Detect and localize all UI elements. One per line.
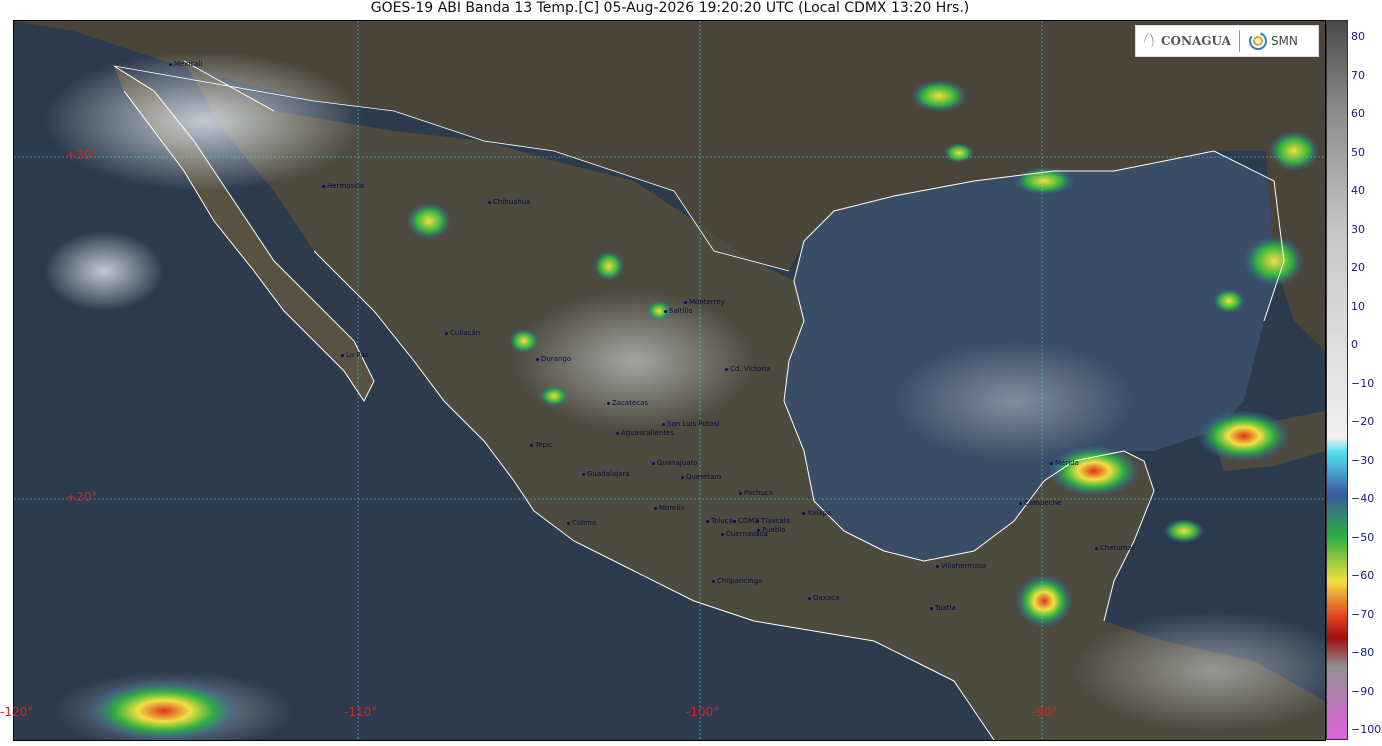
city-label: Mexicali [169,60,202,68]
colorbar-tick-label: 70 [1351,68,1365,82]
city-label: Cuernavaca [721,530,768,538]
city-label: La Paz [341,351,368,359]
temperature-colorbar [1326,20,1348,740]
city-label: Durango [536,355,571,363]
city-label: Guadalajara [582,470,630,478]
colorbar-tick-label: −90 [1351,684,1375,698]
city-label: Culiacán [445,329,480,337]
smn-text: SMN [1270,34,1298,48]
city-label: Mérida [1050,459,1079,467]
colorbar-tick-label: −20 [1351,415,1375,428]
city-label: Aguascalientes [616,429,674,437]
city-label: Chilpancingo [712,577,762,585]
city-label: Toluca [706,517,733,525]
colorbar-tick-label: 50 [1351,145,1365,159]
colorbar-tick-label: 20 [1351,261,1365,274]
city-label: Saltillo [664,307,693,315]
city-label: San Luis Potosí [662,420,719,428]
city-label: Tuxtla [930,604,956,612]
city-label: Hermosillo [322,182,364,190]
conagua-text: CONAGUA [1161,34,1231,48]
city-label: Xalapa [802,509,831,517]
agency-logo: CONAGUA SMN [1135,25,1319,57]
colorbar-tick-label: −100 [1351,723,1382,736]
smn-spiral-icon [1248,32,1267,50]
city-label: Morelia [654,504,685,512]
logo-divider [1238,30,1240,52]
colorbar-tick-label: −10 [1351,376,1375,390]
city-label: Tepic [530,441,553,449]
colorbar-tick-label: 40 [1351,184,1365,197]
colorbar-tick-label: 0 [1351,338,1358,351]
colorbar-tick-label: 80 [1351,30,1365,43]
colorbar-tick-label: 10 [1351,299,1365,313]
city-label: Tlaxcala [756,517,790,525]
lon-label-120: -120° [0,705,34,719]
image-title: GOES-19 ABI Banda 13 Temp.[C] 05-Aug-202… [370,0,970,16]
city-label: Colima [567,519,596,527]
lon-label-110: -110° [344,705,378,719]
city-label: Querétaro [681,473,721,481]
colorbar-tick-label: −70 [1351,607,1375,621]
colorbar-tick-label: −60 [1351,569,1375,582]
lon-label-100: -100° [686,705,720,719]
city-label: Cd. Victoria [725,365,770,373]
city-label: Chihuahua [488,198,531,206]
city-label: Villahermosa [936,562,986,570]
colorbar-tick-label: 60 [1351,107,1365,120]
lat-label-30: +30° [66,148,98,162]
lon-label-90: -90° [1032,705,1058,719]
colorbar-tick-label: −50 [1351,530,1375,544]
colorbar-tick-label: 30 [1351,222,1365,236]
city-label: Monterrey [684,298,725,306]
satellite-map[interactable] [13,20,1326,741]
city-label: Chetumal [1095,544,1134,552]
map-canvas [14,21,1325,740]
colorbar-tick-label: −30 [1351,453,1375,467]
city-label: Pachuca [739,489,773,497]
conagua-logo-icon [1144,32,1154,49]
city-label: Guanajuato [652,459,698,467]
colorbar-tick-label: −80 [1351,646,1375,659]
city-label: Zacatecas [607,399,648,407]
colorbar-tick-label: −40 [1351,492,1375,505]
city-label: Oaxaca [808,594,839,602]
city-label: Campeche [1019,499,1061,507]
lat-label-20: +20° [66,490,98,504]
